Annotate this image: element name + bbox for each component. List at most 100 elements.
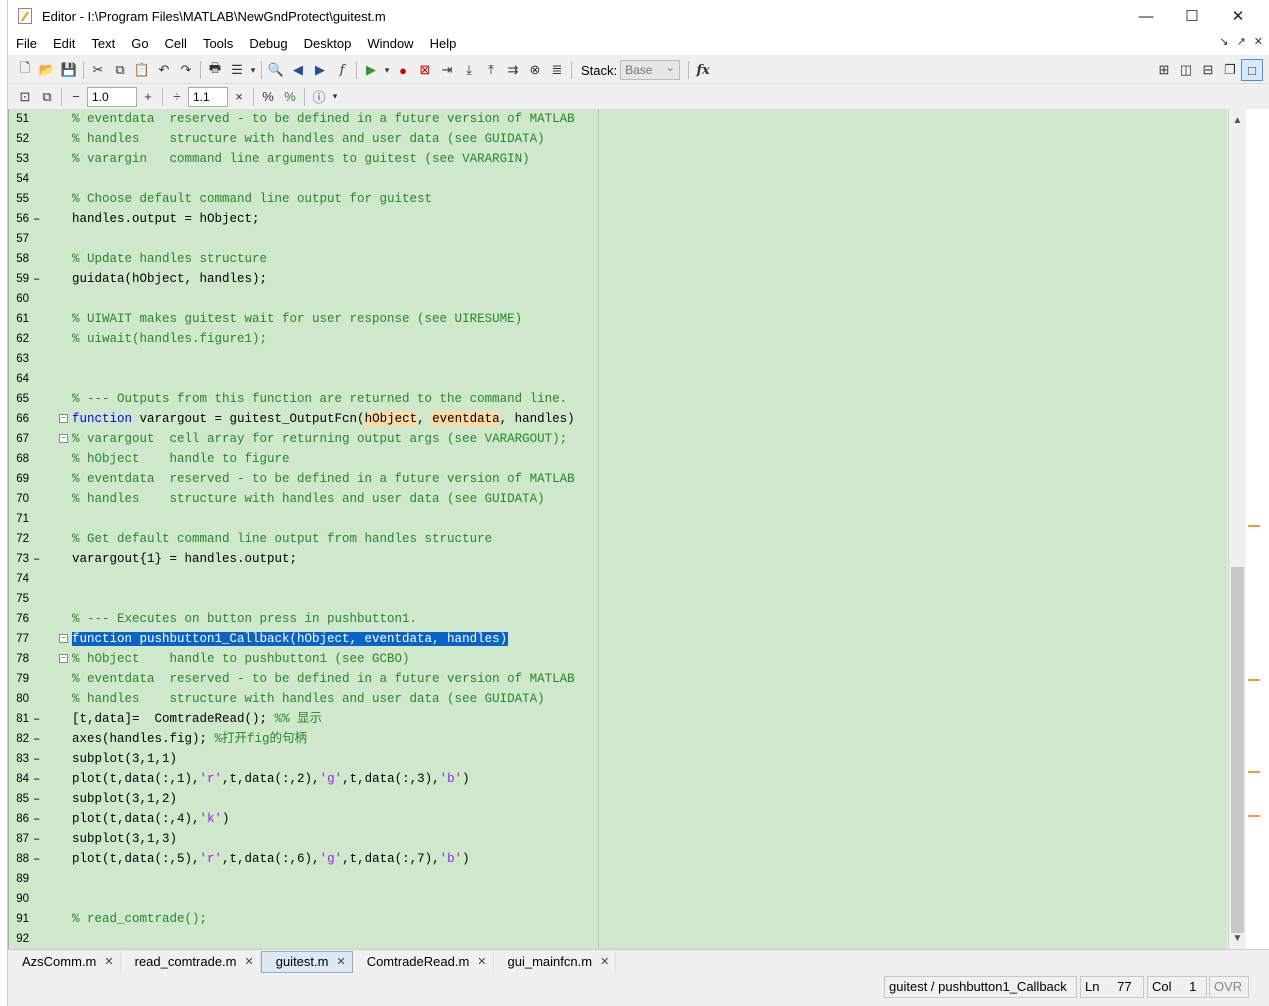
code-line[interactable]: 91 % read_comtrade(); [9, 909, 1227, 929]
editor-tab[interactable]: gui_mainfcn.m ✕ [494, 950, 617, 973]
code-line[interactable]: 55 % Choose default command line output f… [9, 189, 1227, 209]
code-line[interactable]: 61 % UIWAIT makes guitest wait for user r… [9, 309, 1227, 329]
float-icon[interactable]: ❐ [1219, 59, 1241, 81]
code-line[interactable]: 85– subplot(3,1,2) [9, 789, 1227, 809]
code-line[interactable]: 89 [9, 869, 1227, 889]
code-text[interactable]: subplot(3,1,1) [72, 749, 177, 769]
code-text[interactable]: % eventdata reserved - to be defined in … [72, 669, 575, 689]
insert-cell-icon[interactable]: ⊡ [14, 86, 36, 108]
code-text[interactable]: plot(t,data(:,4),'k') [72, 809, 230, 829]
menu-debug[interactable]: Debug [241, 36, 295, 51]
code-text[interactable]: % Update handles structure [72, 249, 267, 269]
step-out-icon[interactable]: ⤒ [480, 59, 502, 81]
code-text[interactable]: % handles structure with handles and use… [72, 689, 545, 709]
executable-line-marker[interactable]: – [33, 729, 40, 749]
stack-select[interactable]: Base [620, 60, 681, 80]
menu-file[interactable]: File [8, 36, 45, 51]
increment-value-field[interactable]: 1.0 [87, 86, 137, 107]
menu-tools[interactable]: Tools [195, 36, 241, 51]
executable-line-marker[interactable]: – [33, 829, 40, 849]
code-text[interactable]: % --- Outputs from this function are ret… [72, 389, 567, 409]
redo-icon[interactable]: ↷ [175, 59, 197, 81]
fold-toggle-icon[interactable]: − [59, 434, 68, 443]
vertical-scrollbar[interactable]: ▲ ▼ [1228, 109, 1245, 949]
code-line[interactable]: 59– guidata(hObject, handles); [9, 269, 1227, 289]
executable-line-marker[interactable]: – [33, 549, 40, 569]
code-line[interactable]: 90 [9, 889, 1227, 909]
code-text[interactable]: % read_comtrade(); [72, 909, 207, 929]
code-line[interactable]: 87– subplot(3,1,3) [9, 829, 1227, 849]
executable-line-marker[interactable]: – [33, 849, 40, 869]
run-icon[interactable]: ▶ [360, 59, 382, 81]
evaluate-cell-icon[interactable]: ⧉ [36, 86, 58, 108]
executable-line-marker[interactable]: – [33, 269, 40, 289]
scrollbar-thumb[interactable] [1231, 567, 1244, 933]
code-text[interactable]: subplot(3,1,2) [72, 789, 177, 809]
code-line[interactable]: 70 % handles structure with handles and u… [9, 489, 1227, 509]
fold-toggle-icon[interactable]: − [59, 654, 68, 663]
code-line[interactable]: 56– handles.output = hObject; [9, 209, 1227, 229]
code-line[interactable]: 54 [9, 169, 1227, 189]
code-line[interactable]: 77 − function pushbutton1_Callback(hObject… [9, 629, 1227, 649]
code-text[interactable]: % varargout cell array for returning out… [72, 429, 567, 449]
code-line[interactable]: 72 % Get default command line output from… [9, 529, 1227, 549]
executable-line-marker[interactable]: – [33, 749, 40, 769]
minimize-button[interactable]: — [1123, 0, 1169, 32]
code-line[interactable]: 52 % handles structure with handles and u… [9, 129, 1227, 149]
code-line[interactable]: 75 [9, 589, 1227, 609]
close-document-icon[interactable]: ✕ [1254, 35, 1263, 48]
executable-line-marker[interactable]: – [33, 769, 40, 789]
code-text[interactable]: function pushbutton1_Callback(hObject, e… [72, 629, 509, 649]
code-text[interactable]: % handles structure with handles and use… [72, 129, 545, 149]
code-text[interactable]: axes(handles.fig); %打开fig的句柄 [72, 729, 307, 749]
code-line[interactable]: 69 % eventdata reserved - to be defined i… [9, 469, 1227, 489]
tab-close-icon[interactable]: ✕ [104, 955, 113, 968]
code-text[interactable]: % eventdata reserved - to be defined in … [72, 109, 575, 129]
find-icon[interactable]: 🔍 [265, 59, 287, 81]
publish-dropdown-icon[interactable]: ▾ [248, 59, 258, 81]
multiply-button[interactable]: × [228, 86, 250, 108]
multiplier-value-field[interactable]: 1.1 [188, 86, 228, 107]
executable-line-marker[interactable]: – [33, 809, 40, 829]
executable-line-marker[interactable]: – [33, 789, 40, 809]
code-text[interactable]: function varargout = guitest_OutputFcn(h… [72, 409, 575, 429]
code-line[interactable]: 60 [9, 289, 1227, 309]
code-text[interactable]: % Get default command line output from h… [72, 529, 492, 549]
fold-toggle-icon[interactable]: − [59, 414, 68, 423]
menu-window[interactable]: Window [359, 36, 421, 51]
tab-close-icon[interactable]: ✕ [336, 955, 345, 968]
publish-icon[interactable]: ☰ [226, 59, 248, 81]
menu-cell[interactable]: Cell [157, 36, 195, 51]
code-line[interactable]: 79 % eventdata reserved - to be defined i… [9, 669, 1227, 689]
editor-tab[interactable]: read_comtrade.m ✕ [121, 950, 261, 973]
code-text[interactable]: % varargin command line arguments to gui… [72, 149, 530, 169]
code-line[interactable]: 67 −% varargout cell array for returning … [9, 429, 1227, 449]
code-line[interactable]: 76 % --- Executes on button press in push… [9, 609, 1227, 629]
code-line[interactable]: 92 [9, 929, 1227, 949]
undock-icon[interactable]: ↘ [1219, 35, 1228, 48]
editor-tab[interactable]: guitest.m ✕ [260, 950, 353, 973]
function-browser-icon[interactable]: f [331, 59, 353, 81]
code-text[interactable]: [t,data]= ComtradeRead(); %% 显示 [72, 709, 322, 729]
menu-edit[interactable]: Edit [45, 36, 83, 51]
code-text[interactable]: handles.output = hObject; [72, 209, 260, 229]
go-back-icon[interactable]: ◀ [287, 59, 309, 81]
code-line[interactable]: 71 [9, 509, 1227, 529]
code-line[interactable]: 78 −% hObject handle to pushbutton1 (see … [9, 649, 1227, 669]
scroll-up-arrow-icon[interactable]: ▲ [1229, 115, 1246, 126]
continue-icon[interactable]: ⇉ [502, 59, 524, 81]
dock-icon[interactable]: ↗ [1237, 35, 1246, 48]
fold-toggle-icon[interactable]: − [59, 634, 68, 643]
tab-close-icon[interactable]: ✕ [477, 955, 486, 968]
clear-breakpoints-icon[interactable]: ⊠ [414, 59, 436, 81]
code-text[interactable]: % hObject handle to figure [72, 449, 290, 469]
stack-icon[interactable]: ≣ [546, 59, 568, 81]
cut-icon[interactable]: ✂ [87, 59, 109, 81]
code-line[interactable]: 53 % varargin command line arguments to g… [9, 149, 1227, 169]
copy-icon[interactable]: ⧉ [109, 59, 131, 81]
code-text[interactable]: guidata(hObject, handles); [72, 269, 267, 289]
warning-marker[interactable] [1248, 771, 1260, 773]
code-line[interactable]: 80 % handles structure with handles and u… [9, 689, 1227, 709]
tab-close-icon[interactable]: ✕ [245, 955, 254, 968]
executable-line-marker[interactable]: – [33, 209, 40, 229]
